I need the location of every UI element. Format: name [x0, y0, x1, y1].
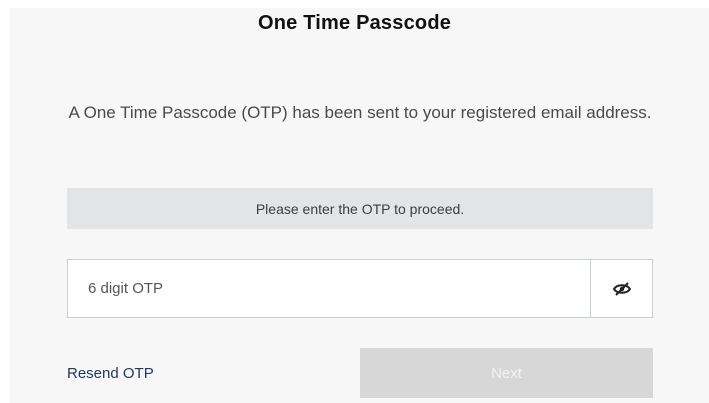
- resend-otp-link[interactable]: Resend OTP: [67, 365, 154, 382]
- dialog-title: One Time Passcode: [257, 12, 452, 34]
- next-button[interactable]: Next: [360, 348, 653, 398]
- otp-notice-banner: Please enter the OTP to proceed.: [67, 188, 653, 229]
- otp-input[interactable]: [68, 260, 590, 317]
- eye-slash-icon: [612, 281, 631, 296]
- otp-description: A One Time Passcode (OTP) has been sent …: [68, 103, 652, 122]
- otp-notice-text: Please enter the OTP to proceed.: [255, 200, 465, 217]
- otp-page: One Time Passcode A One Time Passcode (O…: [0, 0, 709, 403]
- toggle-otp-visibility-button[interactable]: [590, 260, 652, 317]
- otp-input-group: [67, 259, 653, 318]
